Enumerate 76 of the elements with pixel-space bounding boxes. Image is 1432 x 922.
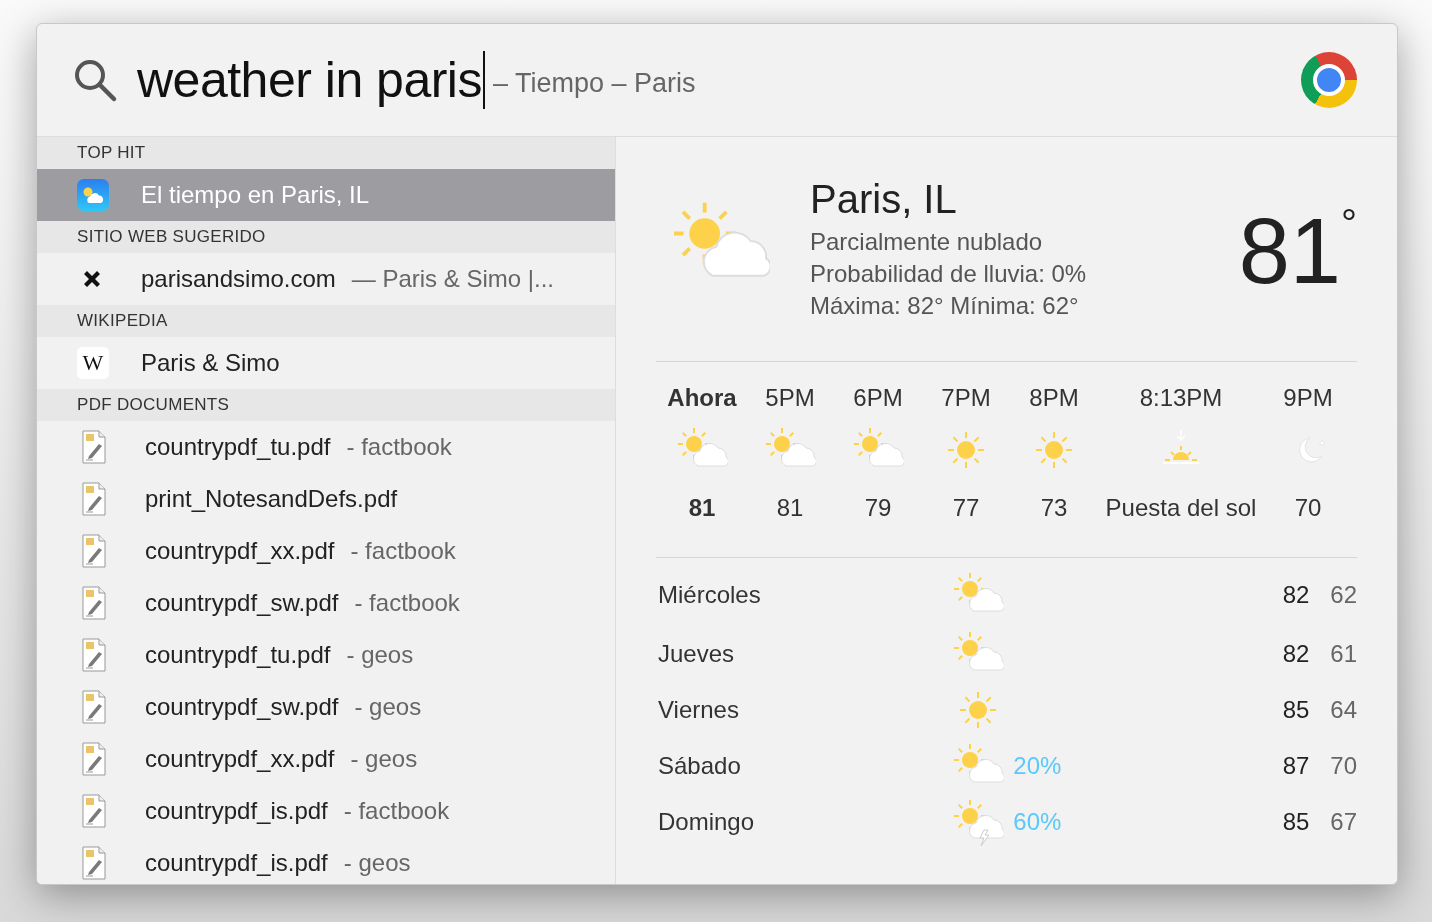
day-name: Sábado — [657, 752, 742, 780]
result-item[interactable]: countrypdf_sw.pdf - factbook — [37, 577, 615, 629]
hour-label: 6PM — [853, 384, 903, 413]
result-item[interactable]: countrypdf_xx.pdf - geos — [37, 733, 615, 785]
result-item[interactable]: countrypdf_tu.pdf - geos — [37, 629, 615, 681]
result-subtitle: - geos — [354, 693, 422, 721]
hour-temperature: 73 — [1040, 494, 1068, 522]
result-item[interactable]: countrypdf_is.pdf - geos — [37, 837, 615, 884]
hour-temperature: 81 — [776, 494, 804, 522]
pdf-file-icon — [81, 482, 107, 516]
high-temperature: 82 — [1281, 640, 1310, 668]
hour-label: 7PM — [941, 384, 991, 413]
weather-app-icon — [77, 179, 109, 211]
low-temperature: 61 — [1329, 640, 1357, 668]
result-item[interactable]: parisandsimo.com — Paris & Simo |... — [37, 253, 615, 305]
result-item[interactable]: countrypdf_sw.pdf - geos — [37, 681, 615, 733]
result-item[interactable]: countrypdf_is.pdf - factbook — [37, 785, 615, 837]
precipitation-chance: 20% — [1012, 752, 1063, 780]
day-name: Domingo — [657, 808, 756, 836]
hour-label: 5PM — [765, 384, 815, 413]
pdf-file-icon — [81, 586, 107, 620]
result-subtitle: — Paris & Simo |... — [351, 265, 555, 293]
section-header: SITIO WEB SUGERIDO — [37, 221, 615, 253]
section-header: WIKIPEDIA — [37, 305, 615, 337]
pdf-file-icon — [81, 638, 107, 672]
day-name: Jueves — [657, 640, 736, 668]
result-item[interactable]: print_NotesandDefs.pdf — [37, 473, 615, 525]
hour-label: Ahora — [667, 384, 737, 413]
result-subtitle: - factbook — [346, 433, 452, 461]
result-subtitle: - factbook — [354, 589, 460, 617]
section-header: PDF DOCUMENTS — [37, 389, 615, 421]
pdf-file-icon — [81, 690, 107, 724]
result-subtitle: - factbook — [343, 797, 450, 825]
hour-temperature: 79 — [864, 494, 892, 522]
precipitation-chance: 60% — [1012, 808, 1063, 836]
pdf-file-icon — [81, 430, 107, 464]
high-temperature: 82 — [1281, 581, 1310, 609]
hour-label: 8PM — [1029, 384, 1079, 413]
hour-label: 9PM — [1283, 384, 1333, 413]
search-suggestion: – Tiempo – Paris — [492, 67, 697, 99]
result-subtitle: - factbook — [350, 537, 456, 565]
hour-temperature: Puesta del sol — [1105, 494, 1257, 522]
result-item[interactable]: W Paris & Simo — [37, 337, 615, 389]
city-name: Paris, IL — [810, 177, 958, 222]
weather-detail: Probabilidad de lluvia: 0% — [810, 259, 1088, 289]
search-field[interactable]: weather in paris — [137, 51, 485, 109]
hour-label: 8:13PM — [1139, 384, 1223, 413]
thunderstorm-icon — [951, 798, 1004, 846]
high-temperature: 85 — [1281, 696, 1310, 724]
text-cursor — [482, 51, 485, 109]
high-temperature: 87 — [1281, 752, 1310, 780]
weather-detail: Parcialmente nublado — [810, 227, 1044, 257]
high-temperature: 85 — [1281, 808, 1310, 836]
hour-temperature: 77 — [952, 494, 980, 522]
section-header: TOP HIT — [37, 137, 615, 169]
result-item[interactable]: countrypdf_xx.pdf - factbook — [37, 525, 615, 577]
day-name: Miércoles — [657, 581, 762, 609]
result-subtitle: - geos — [346, 641, 414, 669]
low-temperature: 67 — [1329, 808, 1357, 836]
low-temperature: 70 — [1329, 752, 1357, 780]
browser-logo-icon — [1301, 52, 1357, 108]
wikipedia-icon: W — [77, 347, 109, 379]
result-subtitle: - geos — [350, 745, 418, 773]
result-subtitle: - geos — [343, 849, 411, 877]
low-temperature: 64 — [1329, 696, 1357, 724]
low-temperature: 62 — [1329, 581, 1357, 609]
current-temperature: 81° — [1238, 205, 1357, 297]
hour-temperature: 81 — [688, 494, 716, 522]
weather-detail: Máxima: 82° Mínima: 62° — [810, 291, 1080, 321]
hour-temperature: 70 — [1294, 494, 1322, 522]
pdf-file-icon — [81, 534, 107, 568]
day-name: Viernes — [657, 696, 740, 724]
pdf-file-icon — [81, 846, 107, 880]
result-item[interactable]: countrypdf_tu.pdf - factbook — [37, 421, 615, 473]
pdf-file-icon — [81, 794, 107, 828]
pdf-file-icon — [81, 742, 107, 776]
